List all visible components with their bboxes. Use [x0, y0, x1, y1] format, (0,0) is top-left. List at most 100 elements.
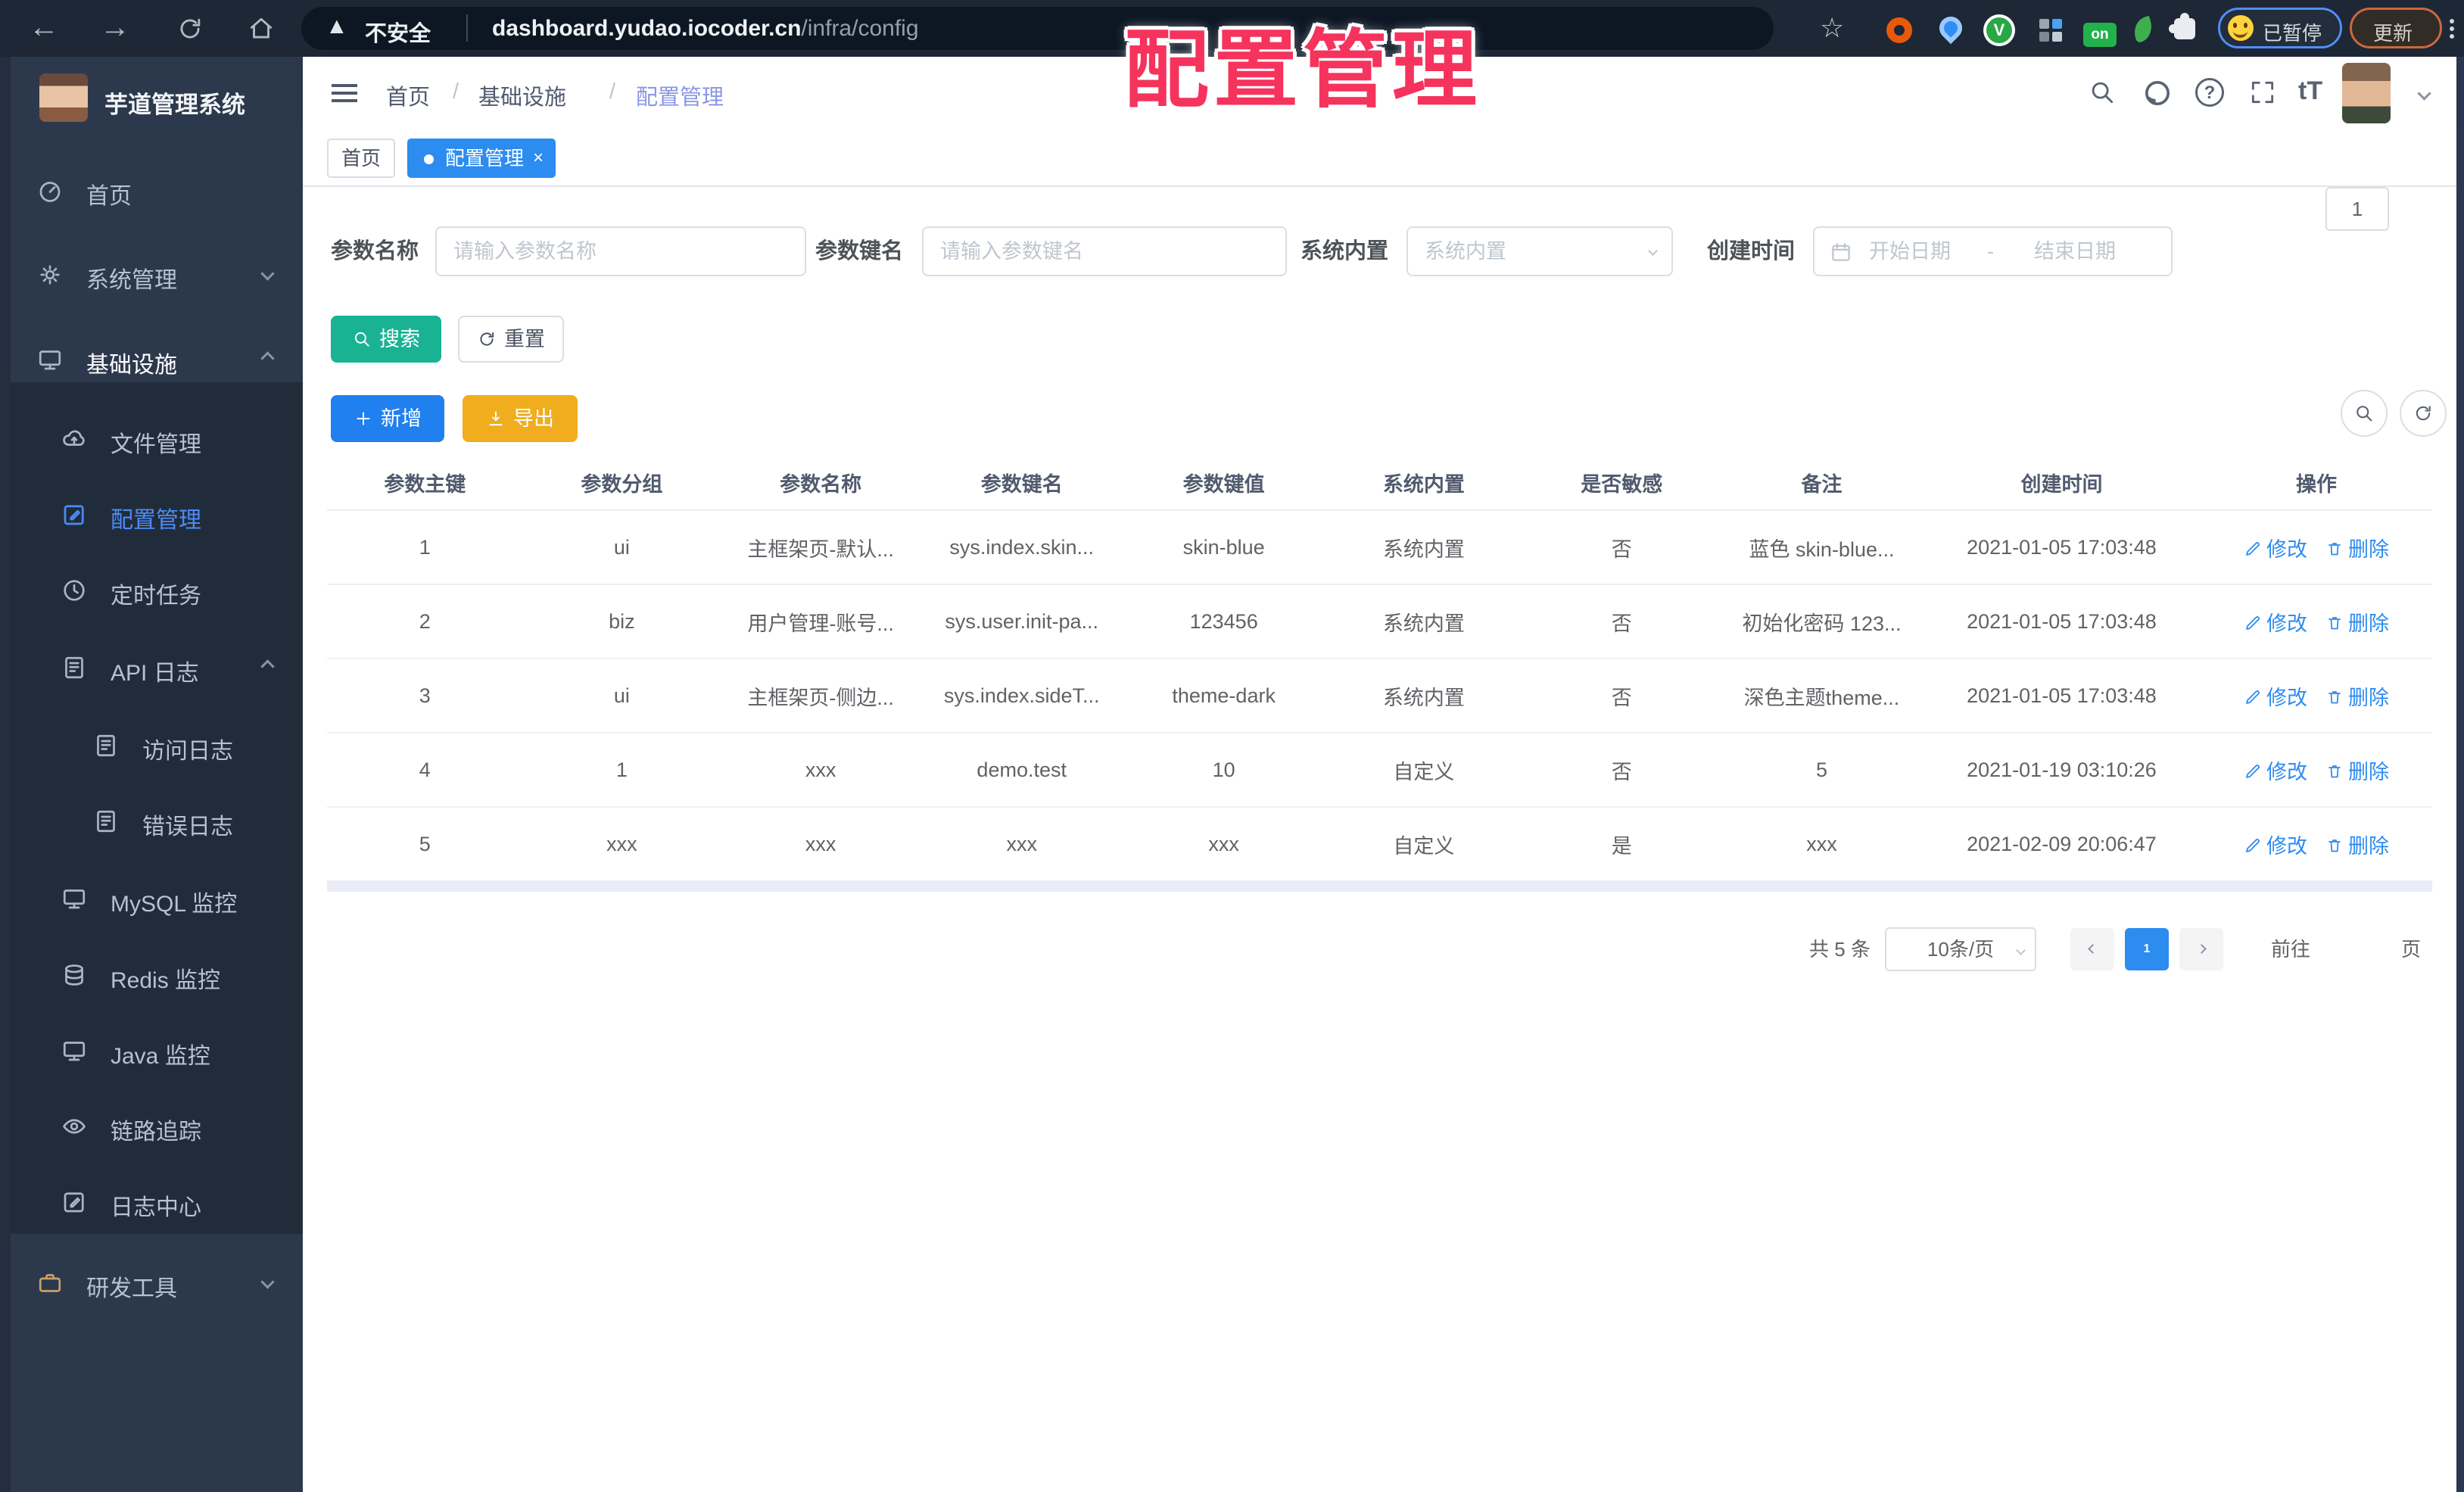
sidebar-item-api-log[interactable]: API 日志 — [11, 630, 303, 706]
sidebar-item-redis[interactable]: Redis 监控 — [11, 937, 303, 1013]
chevron-down-icon — [260, 266, 275, 281]
delete-link[interactable]: 删除 — [2325, 533, 2389, 562]
table-row[interactable]: 4 1 xxx demo.test 10 自定义否 5 2021-01-19 03:10:26… — [327, 733, 2432, 808]
profile-paused-badge[interactable]: 已暂停 — [2218, 8, 2342, 48]
edit-link[interactable]: 修改 — [2244, 533, 2307, 562]
monitor-icon — [61, 1037, 88, 1064]
breadcrumb-home[interactable]: 首页 — [386, 79, 430, 111]
col-param-group: 参数分组 — [522, 456, 721, 511]
bookmark-star-icon[interactable]: ☆ — [1820, 12, 1844, 44]
delete-link[interactable]: 删除 — [2325, 755, 2389, 785]
edit-link[interactable]: 修改 — [2244, 830, 2307, 859]
chevron-down-icon[interactable] — [2417, 86, 2431, 101]
edit-icon — [61, 501, 88, 528]
home-icon[interactable] — [247, 14, 276, 43]
app-logo[interactable]: 芋道管理系统 — [39, 73, 289, 126]
sidebar-item-error-log[interactable]: 错误日志 — [11, 783, 303, 859]
warning-icon: ▲ — [326, 14, 348, 39]
builtin-select[interactable]: 系统内置 — [1406, 226, 1673, 276]
param-key-input[interactable] — [922, 226, 1287, 276]
reload-icon[interactable] — [176, 14, 204, 43]
param-name-input[interactable] — [435, 226, 806, 276]
hamburger-icon[interactable] — [332, 84, 357, 87]
browser-menu-icon[interactable] — [2450, 19, 2454, 23]
sidebar-edge — [0, 57, 11, 1492]
col-param-id: 参数主键 — [327, 456, 523, 511]
param-key-label: 参数键名 — [815, 239, 904, 263]
logo-avatar — [39, 73, 88, 122]
col-param-key: 参数键名 — [920, 456, 1123, 511]
edit-icon — [2244, 540, 2262, 558]
current-page-button[interactable]: 1 — [2125, 928, 2169, 970]
orange-extension-icon[interactable] — [1886, 17, 1912, 43]
browser-update-button[interactable]: 更新 — [2350, 8, 2442, 48]
edit-icon — [61, 1188, 88, 1216]
delete-link[interactable]: 删除 — [2325, 681, 2389, 711]
chevron-down-icon — [2016, 945, 2026, 955]
sidebar-item-infra[interactable]: 基础设施 — [11, 322, 303, 397]
delete-link[interactable]: 删除 — [2325, 607, 2389, 637]
fullscreen-icon[interactable] — [2248, 78, 2277, 107]
goto-page-input[interactable] — [2325, 187, 2389, 231]
delete-icon — [2325, 688, 2344, 706]
sidebar-item-home[interactable]: 首页 — [11, 153, 303, 229]
sidebar: 芋道管理系统 首页 系统管理 基础设施 文件管理 配置管理 定时任务 API 日… — [0, 57, 303, 1492]
table-row[interactable]: 2 biz 用户管理-账号... sys.user.init-pa... 123456 系… — [327, 584, 2432, 659]
on-badge-extension-icon[interactable]: on — [2083, 23, 2117, 47]
annotation-watermark: 配置管理 — [1124, 23, 1481, 117]
table-row[interactable]: 5 xxx xxx xxx xxx 自定义是 xxx 2021-02-09 20:06:47 … — [327, 807, 2432, 882]
table-row[interactable]: 3 ui 主框架页-侧边... sys.index.sideT... theme-dar… — [327, 659, 2432, 734]
close-icon[interactable]: × — [533, 140, 544, 176]
sidebar-item-files[interactable]: 文件管理 — [11, 401, 303, 477]
search-button[interactable]: 搜索 — [331, 316, 441, 363]
breadcrumb-infra[interactable]: 基础设施 — [478, 79, 566, 111]
col-create-time: 创建时间 — [1922, 456, 2201, 511]
tab-config-active[interactable]: 配置管理 × — [407, 139, 556, 178]
delete-link[interactable]: 删除 — [2325, 830, 2389, 859]
github-icon[interactable] — [2142, 78, 2173, 108]
emoji-avatar-icon — [2228, 15, 2254, 41]
delete-icon — [2325, 540, 2344, 558]
sidebar-item-access-log[interactable]: 访问日志 — [11, 708, 303, 783]
fontsize-icon[interactable]: tT — [2298, 76, 2322, 106]
sidebar-item-tracing[interactable]: 链路追踪 — [11, 1089, 303, 1164]
edit-icon — [2244, 614, 2262, 632]
sprout-extension-icon[interactable] — [2130, 15, 2156, 44]
add-button[interactable]: 新增 — [331, 395, 444, 442]
page-size-select[interactable]: 10条/页 — [1885, 927, 2036, 971]
next-page-button[interactable] — [2179, 928, 2223, 970]
reset-button[interactable]: 重置 — [458, 316, 564, 363]
edit-link[interactable]: 修改 — [2244, 607, 2307, 637]
date-range-picker[interactable]: 开始日期 - 结束日期 — [1813, 226, 2173, 276]
cloud-icon — [61, 425, 88, 453]
pin-extension-icon[interactable] — [1934, 11, 1967, 45]
export-button[interactable]: 导出 — [463, 395, 578, 442]
grid-extension-icon[interactable] — [2039, 19, 2049, 29]
tab-home[interactable]: 首页 — [327, 139, 395, 178]
sidebar-item-java[interactable]: Java 监控 — [11, 1013, 303, 1089]
help-icon[interactable]: ? — [2195, 78, 2224, 107]
user-avatar[interactable] — [2342, 63, 2391, 123]
sidebar-item-log-center[interactable]: 日志中心 — [11, 1164, 303, 1240]
table-row[interactable]: 1 ui 主框架页-默认... sys.index.skin... skin-blue 系… — [327, 510, 2432, 585]
puzzle-extensions-icon[interactable] — [2169, 13, 2195, 39]
edit-link[interactable]: 修改 — [2244, 755, 2307, 785]
col-remark: 备注 — [1720, 456, 1923, 511]
green-v-extension-icon[interactable]: V — [1986, 17, 2012, 43]
sidebar-item-dev-tools[interactable]: 研发工具 — [11, 1245, 303, 1321]
back-icon[interactable]: ← — [26, 11, 62, 45]
sidebar-item-config[interactable]: 配置管理 — [11, 477, 303, 553]
sidebar-item-system[interactable]: 系统管理 — [11, 237, 303, 313]
prev-page-button[interactable] — [2070, 928, 2114, 970]
forward-icon[interactable]: → — [97, 11, 133, 45]
sidebar-item-mysql[interactable]: MySQL 监控 — [11, 861, 303, 936]
address-bar[interactable]: ▲ 不安全 dashboard.yudao.iocoder.cn/infra/c… — [301, 7, 1774, 50]
refresh-button[interactable] — [2400, 390, 2447, 437]
edit-link[interactable]: 修改 — [2244, 681, 2307, 711]
chevron-down-icon — [1648, 246, 1658, 256]
search-icon[interactable] — [2088, 78, 2117, 107]
toggle-search-button[interactable] — [2341, 390, 2388, 437]
sidebar-item-jobs[interactable]: 定时任务 — [11, 553, 303, 628]
window-edge — [2456, 57, 2464, 1492]
delete-icon — [2325, 836, 2344, 855]
